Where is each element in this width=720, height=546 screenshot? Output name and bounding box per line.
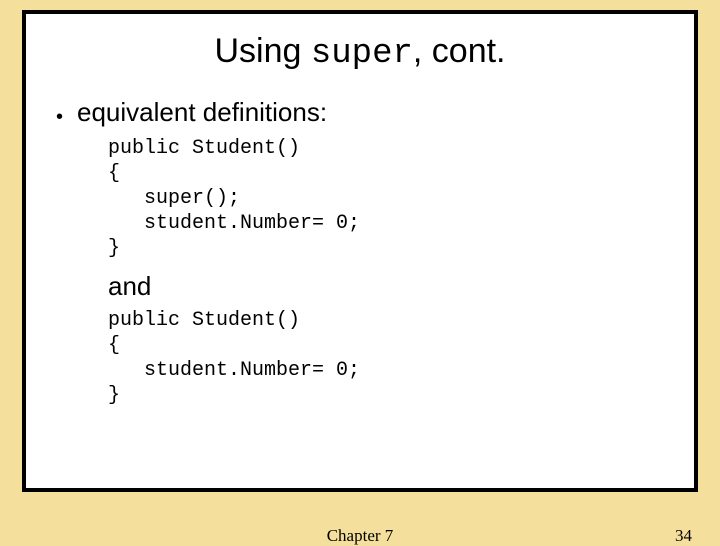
- code-block-2: public Student() { student.Number= 0; }: [108, 308, 670, 408]
- bullet-icon: •: [56, 107, 63, 127]
- connector-and: and: [108, 271, 670, 302]
- title-pre: Using: [214, 32, 310, 70]
- code-block-1: public Student() { super(); student.Numb…: [108, 136, 670, 261]
- slide-title: Using super, cont.: [50, 32, 670, 73]
- title-post: , cont.: [413, 32, 506, 70]
- title-code: super: [311, 35, 413, 73]
- footer-chapter: Chapter 7: [327, 526, 394, 546]
- bullet-item: • equivalent definitions:: [56, 97, 670, 128]
- footer-page-number: 34: [675, 526, 692, 546]
- bullet-text: equivalent definitions:: [77, 97, 327, 128]
- slide-frame: Using super, cont. • equivalent definiti…: [22, 10, 698, 492]
